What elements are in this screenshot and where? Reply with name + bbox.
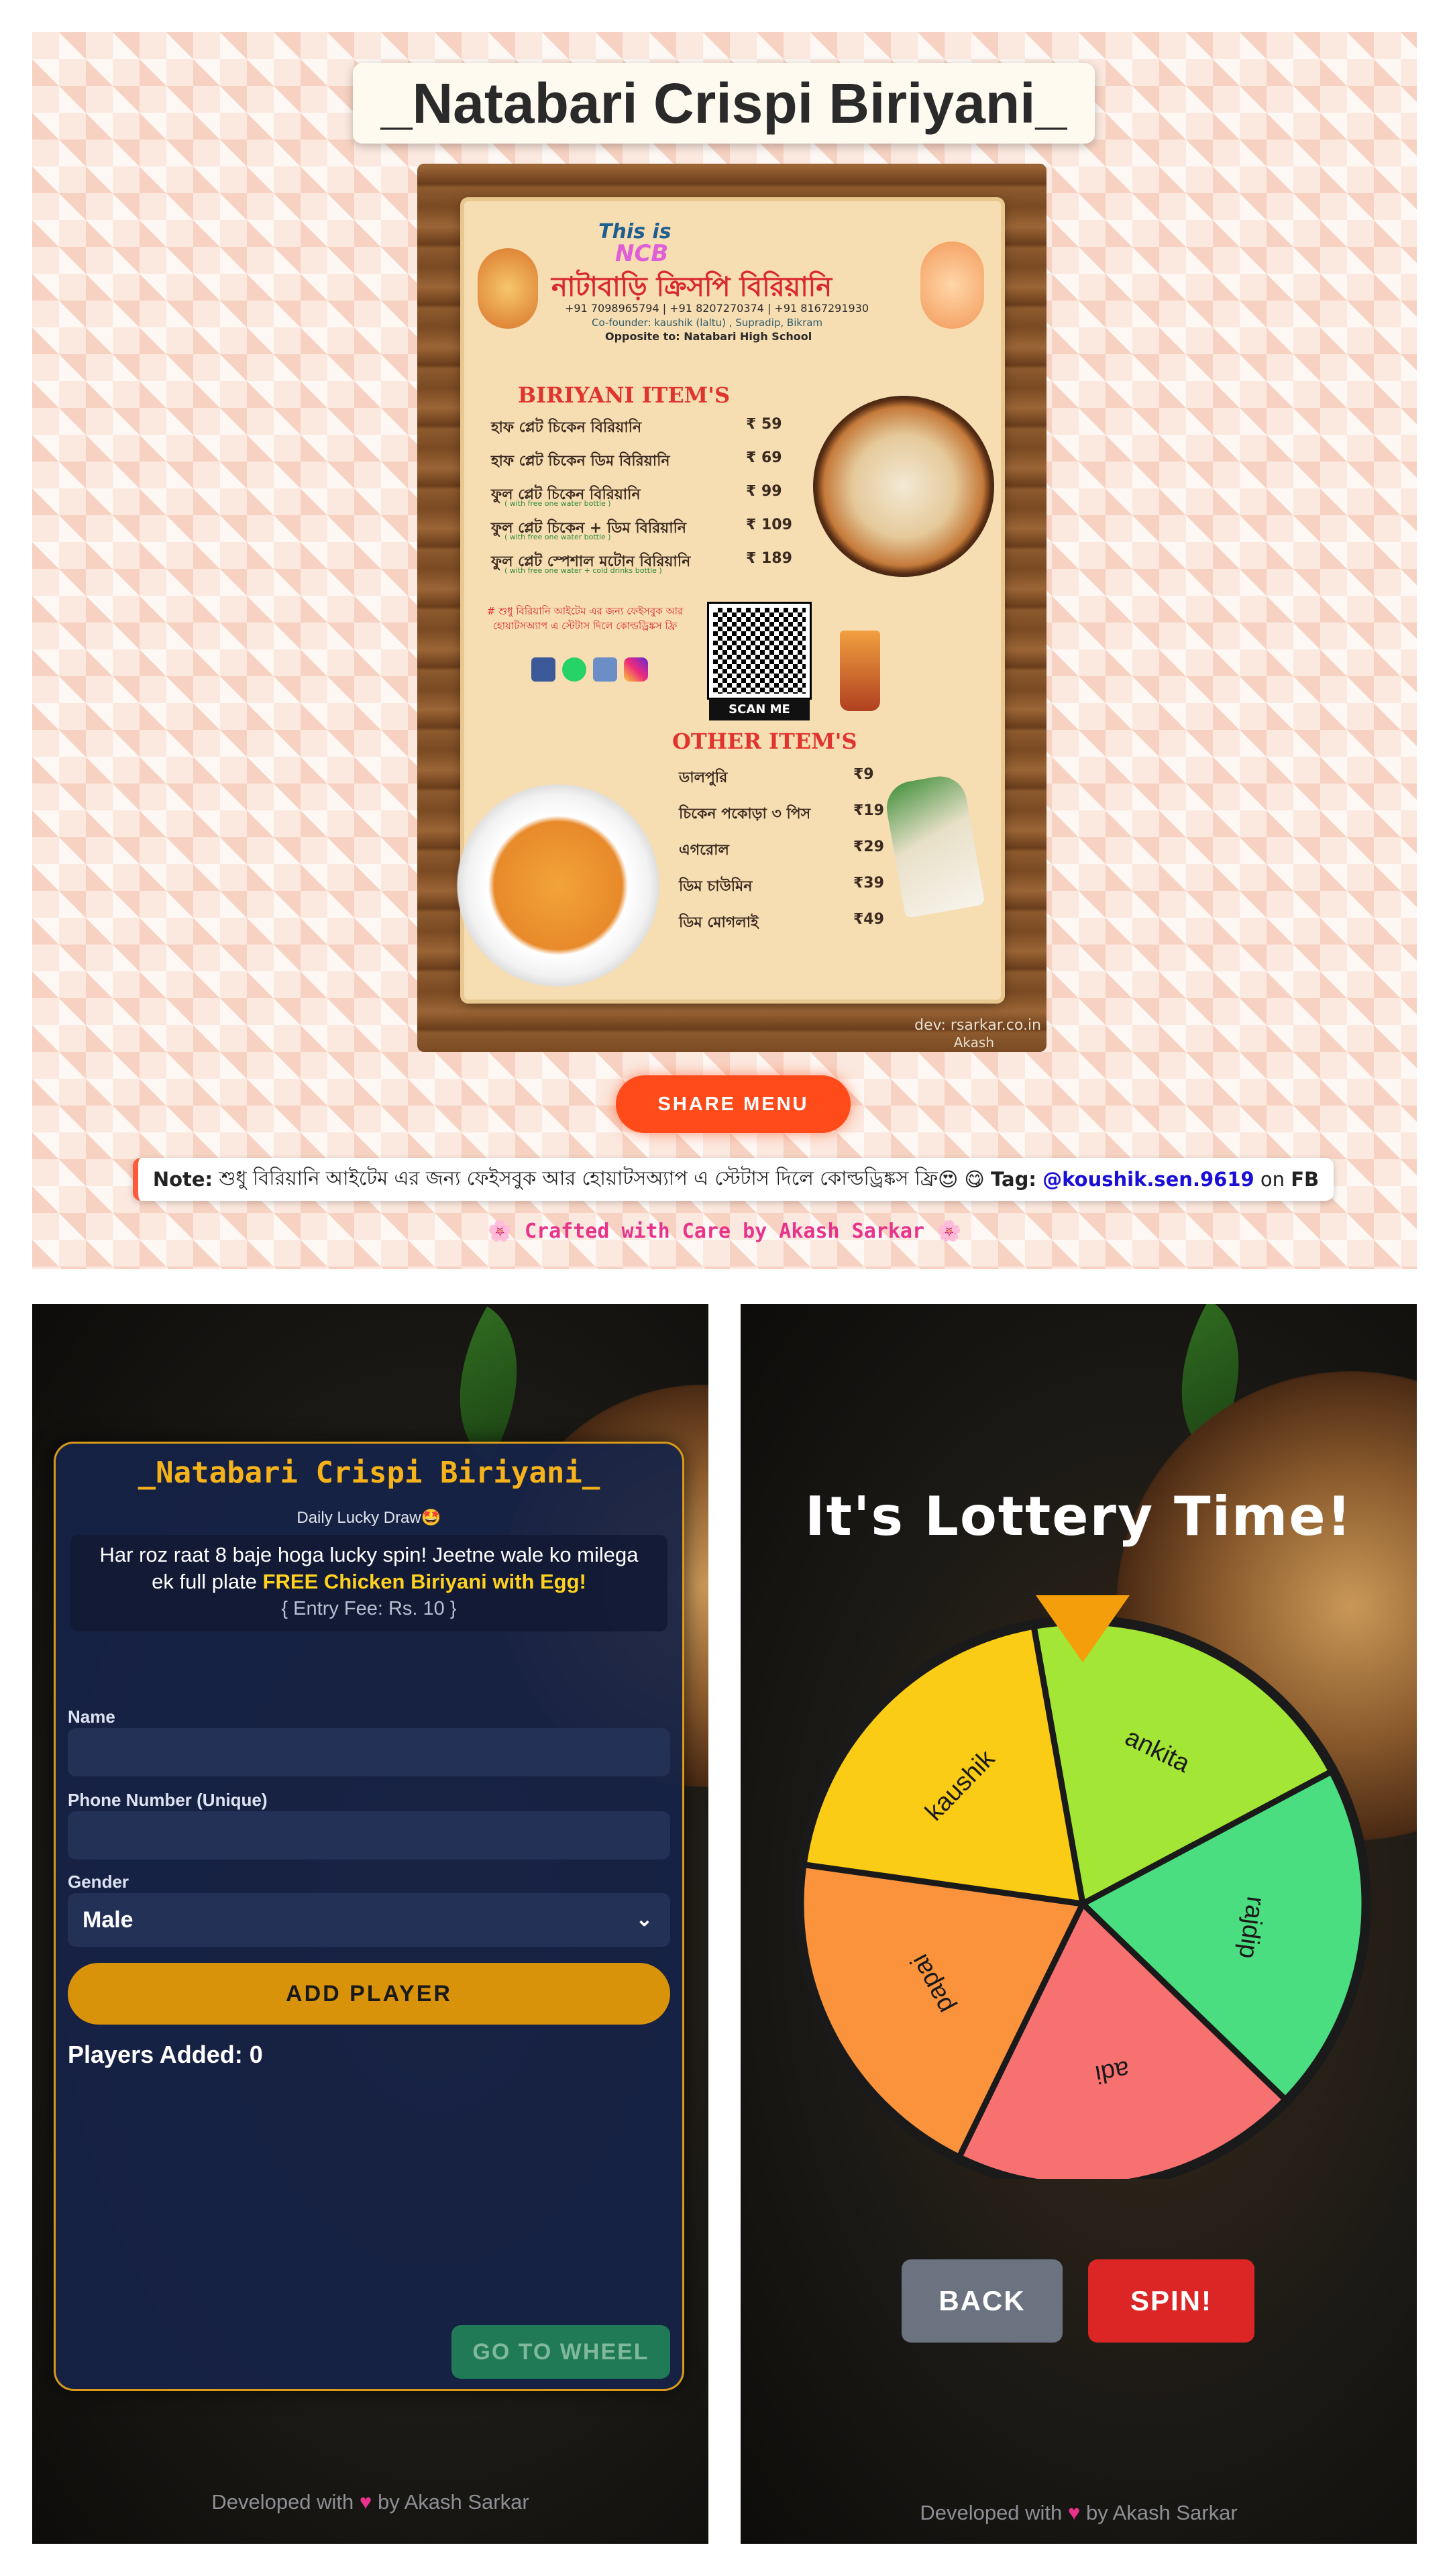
go-to-wheel-button[interactable]: GO TO WHEEL: [451, 2325, 670, 2379]
menu-opposite: Opposite to: Natabari High School: [605, 330, 812, 343]
biriyani-heading: BIRIYANI ITEM'S: [518, 382, 731, 408]
registration-card: _Natabari Crispi Biriyani_ Daily Lucky D…: [54, 1442, 684, 2391]
card-subtitle: Daily Lucky Draw🤩: [297, 1509, 441, 1527]
leaf-decoration: [420, 1306, 557, 1463]
biriyani-item-note: ( with free one water bottle ): [504, 499, 611, 508]
other-item-name: ডালপুরি: [679, 769, 728, 786]
note-text: শুধু বিরিয়ানি আইটেম এর জন্য ফেইসবুক আর …: [219, 1166, 938, 1189]
players-added-count: Players Added: 0: [68, 2041, 263, 2068]
tag-label: Tag:: [990, 1168, 1036, 1191]
name-label: Name: [68, 1707, 115, 1727]
wrap-image: [882, 772, 985, 918]
menu-dev-name: Akash: [953, 1034, 994, 1051]
social-icons: [531, 657, 652, 684]
promo-line-2: ek full plate: [152, 1570, 257, 1593]
card-title: _Natabari Crispi Biriyani_: [138, 1456, 600, 1490]
gender-select[interactable]: Male ⌄: [68, 1893, 670, 1947]
entry-fee: { Entry Fee: Rs. 10 }: [281, 1598, 457, 1619]
other-item-price: ₹49: [853, 911, 884, 928]
heart-icon: ♥: [1067, 2501, 1081, 2524]
lottery-title: It's Lottery Time!: [804, 1485, 1353, 1548]
biriyani-item-name: হাফ প্লেট চিকেন ডিম বিরিয়ানি: [491, 453, 670, 470]
menu-promo-text: # শুধু বিরিয়ানি আইটেম এর জন্য ফেইসবুক আ…: [486, 605, 684, 632]
other-item-price: ₹9: [853, 766, 874, 783]
biriyani-item-note: ( with free one water + cold drinks bott…: [504, 566, 662, 575]
note-emoji: 😍 😋: [938, 1168, 985, 1191]
other-item-price: ₹29: [853, 839, 884, 855]
note-label: Note:: [152, 1168, 213, 1191]
developed-suffix: by Akash Sarkar: [377, 2490, 529, 2514]
developed-suffix: by Akash Sarkar: [1085, 2501, 1238, 2524]
other-item-price: ₹19: [853, 802, 884, 819]
drink-image: [840, 631, 880, 711]
developed-prefix: Developed with: [920, 2501, 1063, 2524]
name-input[interactable]: [68, 1728, 670, 1776]
biriyani-item-price: ₹ 189: [746, 550, 792, 567]
phone-input[interactable]: [68, 1811, 670, 1860]
promo-highlight: FREE Chicken Biriyani with Egg!: [262, 1570, 586, 1593]
developed-prefix: Developed with: [211, 2490, 354, 2514]
developed-credit: Developed with ♥ by Akash Sarkar: [741, 2501, 1417, 2525]
biriyani-item-price: ₹ 99: [746, 483, 782, 500]
other-item-price: ₹39: [853, 875, 884, 892]
page-title: _Natabari Crispi Biriyani_: [353, 63, 1095, 144]
menu-dev-credit: dev: rsarkar.co.in: [914, 1017, 1041, 1034]
menu-image: This is NCB নাটাবাড়ি ক্রিসপি বিরিয়ানি …: [417, 164, 1046, 1052]
share-menu-button[interactable]: SHARE MENU: [616, 1075, 851, 1133]
biriyani-item-name: হাফ প্লেট চিকেন বিরিয়ানি: [491, 419, 642, 436]
developed-credit: Developed with ♥ by Akash Sarkar: [32, 2490, 708, 2514]
wheel-segment-label: adi: [1093, 2055, 1131, 2088]
other-item-name: এগরোল: [679, 842, 729, 859]
chowmein-plate-image: [451, 778, 665, 993]
biriyani-item-note: ( with free one water bottle ): [504, 533, 611, 541]
menu-ncb: NCB: [615, 240, 669, 267]
menu-cofounder: Co-founder: kaushik (laltu) , Supradip, …: [592, 317, 823, 329]
biriyani-bowl-image: [813, 396, 994, 577]
tag-platform: FB: [1291, 1168, 1320, 1191]
biriyani-item-price: ₹ 69: [746, 449, 782, 466]
phone-label: Phone Number (Unique): [68, 1790, 268, 1810]
lottery-wheel[interactable]: ankitarajdipadipapaikaushik: [788, 1589, 1378, 2179]
like-icon: [593, 657, 617, 682]
lucky-draw-promo: Har roz raat 8 baje hoga lucky spin! Jee…: [70, 1535, 667, 1631]
note-bar: Note: শুধু বিরিয়ানি আইটেম এর জন্য ফেইসব…: [133, 1158, 1334, 1201]
wheel-segment: [800, 1623, 1087, 1908]
crafted-credit: 🌸 Crafted with Care by Akash Sarkar 🌸: [487, 1220, 962, 1243]
tag-handle-link[interactable]: @koushik.sen.9619: [1042, 1168, 1254, 1191]
other-item-name: চিকেন পকোড়া ৩ পিস: [679, 806, 811, 822]
ganesha-icon: [920, 241, 984, 329]
heart-icon: ♥: [359, 2490, 372, 2514]
facebook-icon: [531, 657, 555, 682]
biriyani-item-price: ₹ 59: [746, 416, 782, 433]
biriyani-item-price: ₹ 109: [746, 517, 792, 533]
whatsapp-icon: [562, 657, 586, 682]
menu-phones: +91 7098965794 | +91 8207270374 | +91 81…: [565, 302, 869, 315]
scan-me-label: SCAN ME: [709, 699, 810, 720]
durga-icon: [478, 248, 538, 329]
lottery-wheel-screen: It's Lottery Time! ankita rajdip adi papai k…: [741, 1304, 1417, 2544]
spin-button[interactable]: SPIN!: [1088, 2259, 1254, 2343]
tag-on: on: [1260, 1168, 1285, 1191]
back-button[interactable]: BACK: [902, 2259, 1063, 2343]
instagram-icon: [624, 657, 648, 682]
add-player-button[interactable]: ADD PLAYER: [68, 1963, 670, 2025]
other-heading: OTHER ITEM'S: [672, 729, 857, 754]
menu-page: _Natabari Crispi Biriyani_ This is NCB ন…: [32, 32, 1417, 1269]
player-registration-screen: _Natabari Crispi Biriyani_ Daily Lucky D…: [32, 1304, 708, 2544]
menu-paper: This is NCB নাটাবাড়ি ক্রিসপি বিরিয়ানি …: [451, 201, 1001, 1000]
other-item-name: ডিম মোগলাই: [679, 914, 759, 931]
other-item-name: ডিম চাউমিন: [679, 878, 753, 895]
qr-code: [707, 602, 812, 700]
promo-line-1: Har roz raat 8 baje hoga lucky spin! Jee…: [99, 1543, 639, 1566]
chevron-down-icon: ⌄: [635, 1909, 653, 1931]
gender-label: Gender: [68, 1872, 129, 1892]
gender-value: Male: [83, 1907, 133, 1933]
